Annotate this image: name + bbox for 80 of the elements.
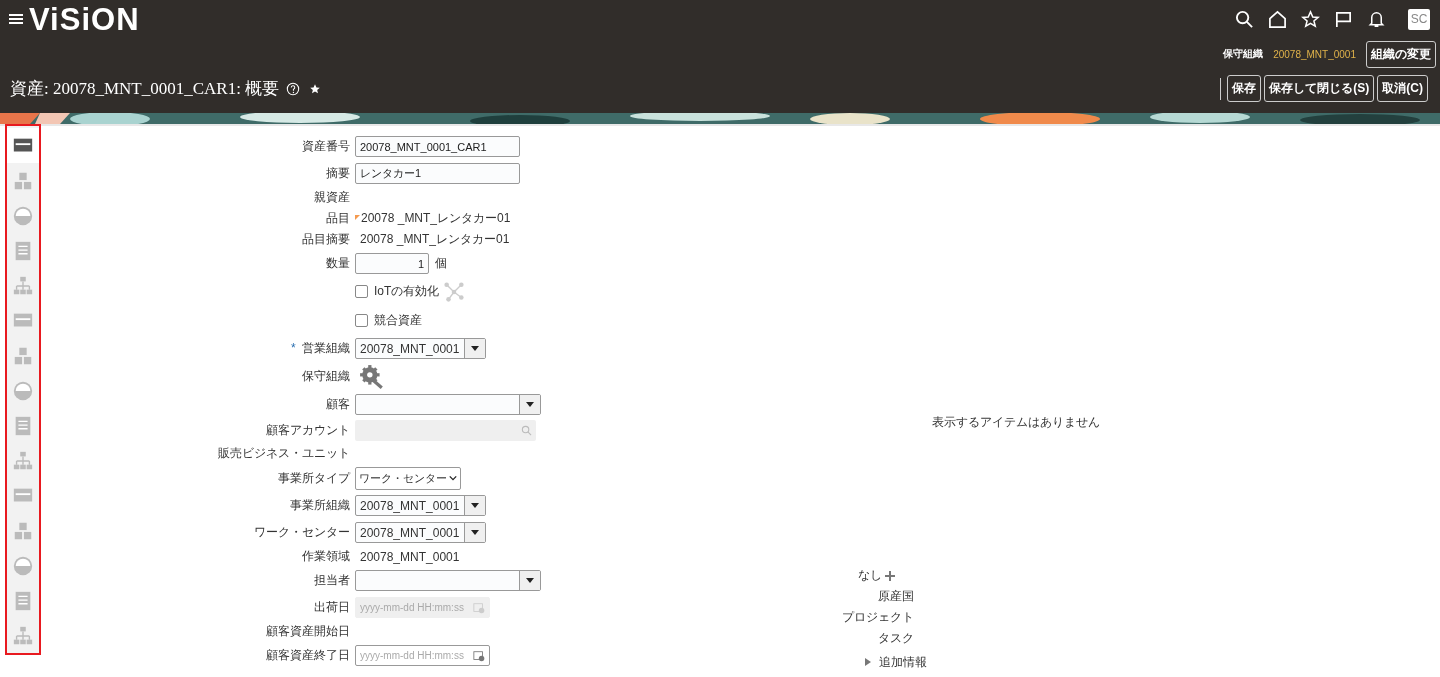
field-value: 20078 _MNT_レンタカー01 [361,210,511,227]
unit-label: 個 [435,255,447,272]
user-avatar[interactable]: SC [1408,8,1430,30]
change-org-button[interactable]: 組織の変更 [1366,40,1436,68]
org-label: 保守組織 [1223,47,1264,61]
search-icon [521,425,532,436]
field-label: ワーク・センター [254,525,350,539]
field-label: 品目摘要 [302,232,350,246]
field-label: 出荷日 [314,600,350,614]
help-icon[interactable] [286,81,301,96]
field-label: 顧客 [326,397,350,411]
caret-icon [471,346,479,351]
toolbar-button[interactable]: 取消(C) [1377,75,1428,102]
section-toggle[interactable]: 追加情報 [865,649,927,675]
panel-icon [12,379,34,402]
field-label: 摘要 [326,166,350,180]
logo[interactable]: ViSiON [29,3,140,35]
number-field[interactable]: 1 [355,253,429,274]
favorite-icon[interactable] [309,82,322,95]
checkbox[interactable] [355,314,368,327]
field-label: 顧客資産終了日 [266,648,350,662]
text-field[interactable]: レンタカー1 [355,163,520,184]
field-label: 担当者 [314,573,350,587]
home-icon[interactable] [1268,9,1287,29]
field-label: 顧客アカウント [266,423,350,437]
checkbox[interactable] [355,285,368,298]
flag-icon[interactable] [1334,9,1353,29]
field-label: 原産国 [878,588,914,605]
empty-message: 表示するアイテムはありません [932,414,1100,431]
panel-icon [12,624,34,647]
field-label: 販売ビジネス・ユニット [218,446,350,460]
menu-icon[interactable] [9,13,23,25]
add-icon[interactable] [885,570,895,581]
field-value: 20078_MNT_0001 [360,549,460,564]
field-label: 品目 [326,211,350,225]
toolbar-button[interactable]: 保存 [1227,75,1262,102]
checkbox-label: IoTの有効化 [374,283,440,300]
none-text: なし [858,567,882,584]
flag-icon [355,215,360,220]
panel-icon [12,204,34,227]
chevron-icon [449,475,457,481]
star-icon[interactable] [1301,9,1320,29]
field-label: 保守組織 [302,369,350,383]
page-title: 資産: 20078_MNT_0001_CAR1: 概要 [10,78,280,100]
caret-icon [526,578,534,583]
dropdown-field[interactable]: 20078_MNT_0001 [355,522,486,543]
caret-icon [526,402,534,407]
calendar-icon[interactable] [473,649,485,662]
checkbox-label: 競合資産 [374,312,422,329]
dropdown-field[interactable] [355,570,541,591]
toolbar-button[interactable]: 保存して閉じる(S) [1264,75,1375,102]
field-label: 資産番号 [302,139,350,153]
bell-icon[interactable] [1367,9,1386,29]
text-field[interactable]: 20078_MNT_0001_CAR1 [355,136,520,157]
panel-icon [12,449,34,472]
panel-icon [12,554,34,577]
field-label: 顧客資産開始日 [266,624,350,638]
expand-icon [865,658,871,666]
dropdown-field[interactable]: 20078_MNT_0001 [355,338,486,359]
search-icon[interactable] [1235,9,1254,29]
dropdown-field[interactable]: 20078_MNT_0001 [355,495,486,516]
gear-wrench-icon [359,363,385,390]
field-label: 数量 [326,256,350,270]
org-value: 20078_MNT_0001 [1273,48,1356,60]
field-label: 事業所組織 [290,498,350,512]
field-label: タスク [878,630,914,647]
panel-icon [12,274,34,297]
field-label: プロジェクト [842,609,914,626]
field-label: 営業組織 [302,341,350,355]
select-field[interactable]: ワーク・センター [355,466,461,490]
caret-icon [471,530,479,535]
field-label: 作業領域 [302,549,350,563]
network-icon [443,280,466,303]
field-label: 事業所タイプ [278,470,350,485]
dropdown-field[interactable] [355,394,541,415]
required-mark: * [291,341,296,355]
caret-icon [471,503,479,508]
sidebar-tab[interactable] [7,128,39,163]
field-label: 親資産 [314,190,350,204]
field-value: 20078 _MNT_レンタカー01 [360,231,510,248]
